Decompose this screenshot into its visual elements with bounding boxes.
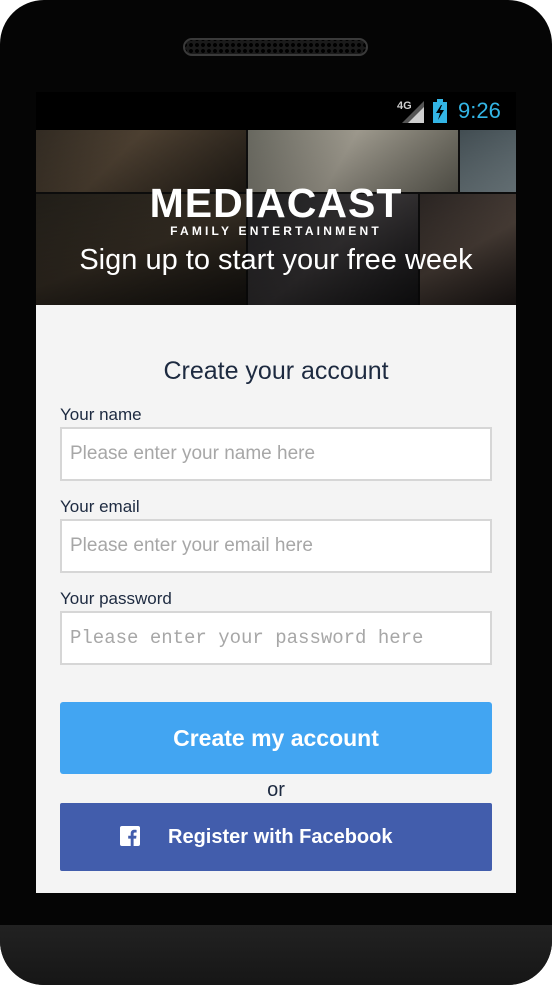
email-field-label: Your email	[60, 497, 140, 516]
status-bar: 4G 9:26	[36, 92, 516, 130]
facebook-icon	[120, 826, 140, 846]
password-input[interactable]	[60, 611, 492, 665]
name-input[interactable]	[60, 427, 492, 481]
name-field-label: Your name	[60, 405, 142, 424]
hero-banner: MEDIACAST FAMILY ENTERTAINMENT Sign up t…	[36, 130, 516, 305]
form-title: Create your account	[163, 357, 389, 385]
create-account-button[interactable]: Create my account	[60, 702, 492, 774]
phone-bottom-bezel	[0, 925, 552, 985]
or-separator: or	[267, 779, 285, 801]
signal-strength-icon	[402, 101, 424, 123]
battery-charging-icon	[433, 99, 447, 123]
facebook-button-label: Register with Facebook	[168, 826, 393, 848]
hero-tagline: Sign up to start your free week	[79, 244, 473, 276]
register-facebook-button[interactable]: Register with Facebook	[60, 803, 492, 871]
phone-screen: 4G 9:26 MEDIACAST FAMILY ENTERTAINMENT S…	[36, 92, 516, 893]
phone-device-frame: 4G 9:26 MEDIACAST FAMILY ENTERTAINMENT S…	[0, 0, 552, 985]
password-field-label: Your password	[60, 589, 172, 608]
status-clock: 9:26	[458, 98, 501, 123]
earpiece-speaker	[183, 38, 368, 56]
signup-form: Create your account Your name Your email…	[36, 305, 516, 893]
brand-subtitle: FAMILY ENTERTAINMENT	[170, 224, 382, 238]
brand-logo-text: MEDIACAST	[149, 180, 403, 226]
email-input[interactable]	[60, 519, 492, 573]
